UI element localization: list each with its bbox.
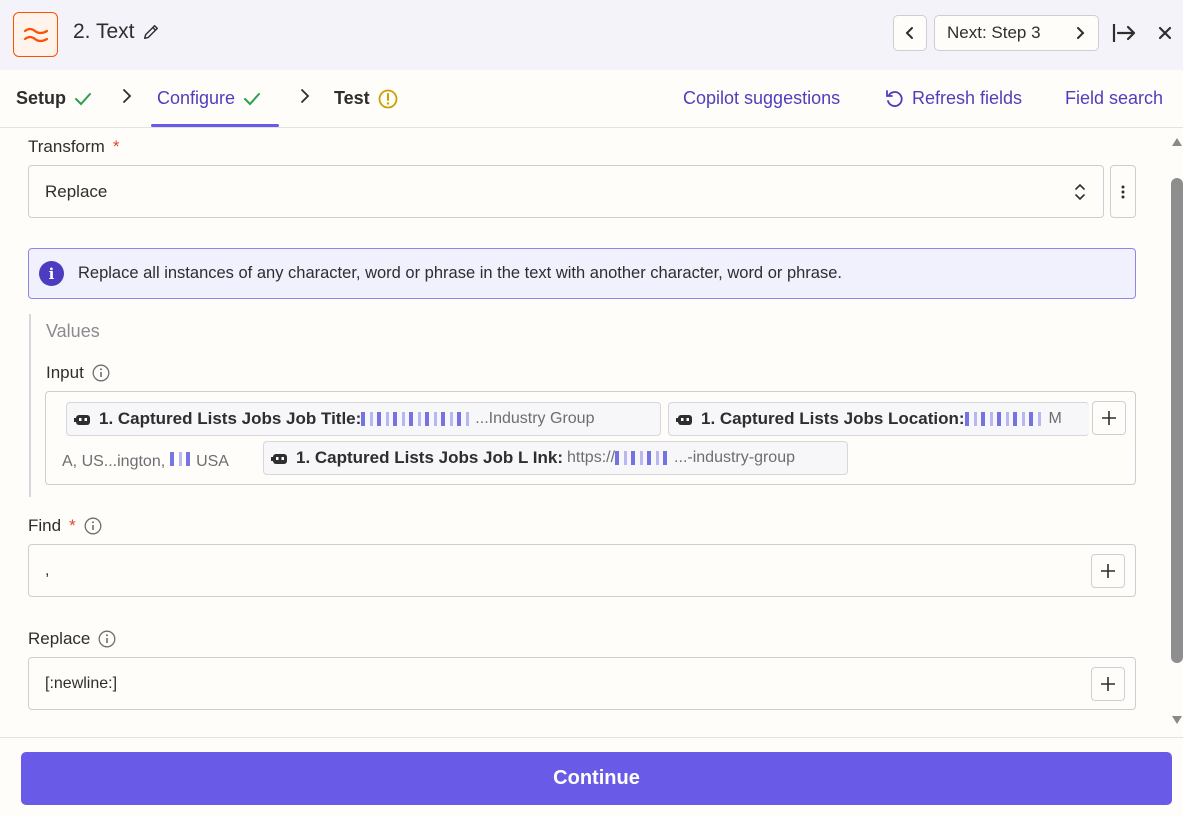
active-tab-indicator <box>151 124 279 127</box>
field-search-label: Field search <box>1065 88 1164 108</box>
plus-icon <box>1101 677 1115 691</box>
robot-icon <box>676 415 692 425</box>
find-value: , <box>45 561 50 579</box>
info-outline-icon[interactable] <box>98 630 116 648</box>
info-banner: i Replace all instances of any character… <box>28 248 1136 299</box>
robot-icon <box>74 415 90 425</box>
plus-icon <box>1102 411 1116 425</box>
transform-label: Transform * <box>28 137 119 157</box>
scroll-down-arrow[interactable] <box>1172 716 1182 724</box>
more-options-button[interactable] <box>1110 165 1136 218</box>
wrap-text-b: USA <box>196 453 229 470</box>
plus-icon <box>1101 564 1115 578</box>
collapse-panel-icon[interactable] <box>1111 20 1137 46</box>
info-icon: i <box>39 261 64 286</box>
insert-data-button[interactable] <box>1092 401 1126 435</box>
refresh-fields-link[interactable]: Refresh fields <box>884 88 1022 109</box>
chevron-left-icon <box>905 27 913 39</box>
insert-data-button[interactable] <box>1091 667 1125 701</box>
variable-pill-job-title[interactable]: 1. Captured Lists Jobs Job Title: ...Ind… <box>66 402 661 436</box>
pencil-icon[interactable] <box>142 23 160 41</box>
required-asterisk: * <box>112 137 120 156</box>
required-asterisk: * <box>69 516 76 535</box>
next-step-button[interactable]: Next: Step 3 <box>934 15 1099 51</box>
header: 2. Text Next: Step 3 <box>0 0 1183 70</box>
input-label: Input <box>46 363 110 383</box>
pill-value: M <box>1048 410 1062 427</box>
scrollbar-thumb[interactable] <box>1171 178 1183 663</box>
find-input[interactable]: , <box>28 544 1136 597</box>
chevron-right-icon <box>300 88 310 109</box>
refresh-label: Refresh fields <box>912 88 1023 108</box>
pill-label: 1. Captured Lists Jobs Job Title: <box>99 409 362 428</box>
pill-value: https:// <box>567 449 616 466</box>
pill-label: 1. Captured Lists Jobs Job L Ink: <box>296 448 564 467</box>
tab-test[interactable]: Test <box>334 88 398 109</box>
refresh-icon <box>886 89 903 107</box>
step-title[interactable]: 2. Text <box>73 20 160 44</box>
find-label-text: Find <box>28 516 62 535</box>
continue-label: Continue <box>553 767 640 789</box>
vertical-ellipsis-icon <box>1121 185 1125 198</box>
warning-icon <box>378 89 398 108</box>
field-search-link[interactable]: Field search <box>1065 88 1163 109</box>
replace-label: Replace <box>28 629 116 649</box>
close-icon[interactable] <box>1152 20 1178 46</box>
formatter-wave-icon <box>23 27 48 42</box>
variable-pill-location[interactable]: 1. Captured Lists Jobs Location: M <box>668 402 1089 436</box>
transform-select[interactable]: Replace <box>28 165 1104 218</box>
transform-label-text: Transform <box>28 137 105 156</box>
transform-value: Replace <box>45 181 108 201</box>
copilot-suggestions-link[interactable]: Copilot suggestions <box>683 88 840 109</box>
redacted-text <box>615 451 671 465</box>
info-banner-text: Replace all instances of any character, … <box>78 264 842 282</box>
next-step-label: Next: Step 3 <box>947 23 1041 42</box>
chevron-right-icon <box>122 88 132 109</box>
pill-wrap-text: A, US...ington, USA <box>62 452 229 471</box>
replace-label-text: Replace <box>28 629 91 648</box>
checkmark-icon <box>75 92 92 105</box>
values-title: Values <box>46 321 100 341</box>
continue-button[interactable]: Continue <box>21 752 1172 805</box>
find-label: Find * <box>28 516 102 536</box>
step-tabs: Setup Configure Test Copilot suggestions… <box>0 70 1183 128</box>
tab-setup[interactable]: Setup <box>16 88 92 109</box>
formatter-app-icon <box>13 12 58 57</box>
tab-configure[interactable]: Configure <box>157 88 261 109</box>
tab-test-label: Test <box>334 88 370 108</box>
checkmark-icon <box>244 92 261 105</box>
wrap-text-a: A, US...ington, <box>62 453 166 470</box>
select-chevrons-icon <box>1075 183 1085 200</box>
scroll-up-arrow[interactable] <box>1172 138 1182 146</box>
pill-label: 1. Captured Lists Jobs Location: <box>701 409 965 428</box>
tab-configure-label: Configure <box>157 88 236 108</box>
insert-data-button[interactable] <box>1091 554 1125 588</box>
info-outline-icon[interactable] <box>92 364 110 382</box>
previous-step-button[interactable] <box>893 15 927 51</box>
pill-value: ...Industry Group <box>475 410 595 427</box>
input-label-text: Input <box>46 363 84 382</box>
pill-value-end: ...-industry-group <box>674 449 795 466</box>
info-outline-icon[interactable] <box>84 517 102 535</box>
variable-pill-job-link[interactable]: 1. Captured Lists Jobs Job L Ink: https:… <box>263 441 848 475</box>
redacted-text <box>361 412 472 426</box>
replace-input[interactable]: [:newline:] <box>28 657 1136 710</box>
robot-icon <box>271 454 287 464</box>
step-title-text: 2. Text <box>73 20 135 43</box>
copilot-label: Copilot suggestions <box>683 88 841 108</box>
redacted-text <box>169 452 192 466</box>
chevron-right-icon <box>1077 27 1085 39</box>
replace-value: [:newline:] <box>45 674 118 692</box>
tab-setup-label: Setup <box>16 88 67 108</box>
redacted-text <box>964 412 1045 426</box>
